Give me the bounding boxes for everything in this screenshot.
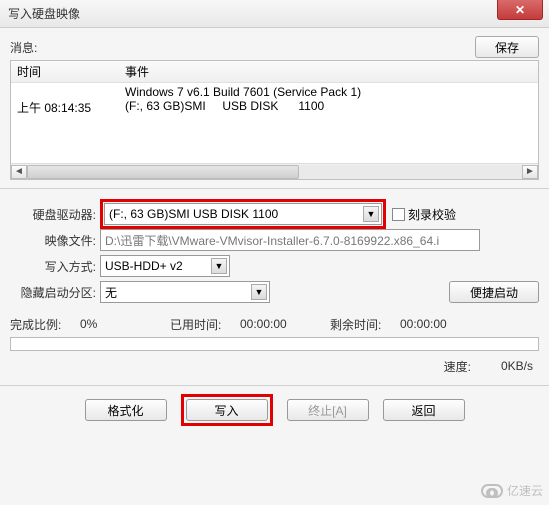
speed-label: 速度: (444, 358, 471, 375)
portable-boot-button[interactable]: 便捷启动 (449, 281, 539, 303)
divider (0, 188, 549, 189)
drive-highlight: (F:, 63 GB)SMI USB DISK 1100 ▼ (100, 199, 386, 229)
scroll-right-icon[interactable]: ► (522, 165, 538, 179)
image-file-field[interactable]: D:\迅雷下载\VMware-VMvisor-Installer-6.7.0-8… (100, 229, 480, 251)
abort-button: 终止[A] (287, 399, 369, 421)
footer-buttons: 格式化 写入 终止[A] 返回 (10, 394, 539, 426)
method-label: 写入方式: (10, 258, 100, 275)
progress-value: 0% (80, 317, 170, 331)
close-button[interactable]: ✕ (497, 0, 543, 20)
write-highlight: 写入 (181, 394, 273, 426)
watermark: 亿速云 (481, 482, 543, 499)
log-scrollbar[interactable]: ◄ ► (11, 163, 538, 179)
return-button[interactable]: 返回 (383, 399, 465, 421)
message-label: 消息: (10, 39, 37, 56)
verify-label: 刻录校验 (408, 206, 456, 223)
elapsed-value: 00:00:00 (240, 317, 330, 331)
scroll-track[interactable] (27, 165, 522, 179)
method-value: USB-HDD+ v2 (105, 259, 183, 273)
log-header: 时间 事件 (11, 61, 538, 83)
verify-checkbox[interactable]: 刻录校验 (392, 206, 456, 223)
drive-label: 硬盘驱动器: (10, 206, 100, 223)
drive-value: (F:, 63 GB)SMI USB DISK 1100 (109, 207, 278, 221)
save-button[interactable]: 保存 (475, 36, 539, 58)
progress-bar (10, 337, 539, 351)
log-header-event: 事件 (121, 63, 538, 80)
chevron-down-icon: ▼ (251, 284, 267, 300)
close-icon: ✕ (515, 3, 525, 17)
format-button[interactable]: 格式化 (85, 399, 167, 421)
log-body: Windows 7 v6.1 Build 7601 (Service Pack … (11, 83, 538, 118)
watermark-text: 亿速云 (507, 482, 543, 499)
log-event: (F:, 63 GB)SMI USB DISK 1100 (121, 99, 538, 116)
log-row: Windows 7 v6.1 Build 7601 (Service Pack … (11, 85, 538, 99)
dialog-content: 消息: 保存 时间 事件 Windows 7 v6.1 Build 7601 (… (0, 28, 549, 505)
hidden-value: 无 (105, 284, 117, 301)
log-row: 上午 08:14:35 (F:, 63 GB)SMI USB DISK 1100 (11, 99, 538, 116)
form-area: 硬盘驱动器: (F:, 63 GB)SMI USB DISK 1100 ▼ 刻录… (10, 197, 539, 307)
scroll-left-icon[interactable]: ◄ (11, 165, 27, 179)
log-header-time: 时间 (11, 63, 121, 80)
title-bar: 写入硬盘映像 ✕ (0, 0, 549, 28)
hidden-select[interactable]: 无 ▼ (100, 281, 270, 303)
chevron-down-icon: ▼ (211, 258, 227, 274)
image-value: D:\迅雷下载\VMware-VMvisor-Installer-6.7.0-8… (105, 232, 439, 249)
remaining-label: 剩余时间: (330, 316, 400, 333)
speed-value: 0KB/s (501, 359, 533, 373)
log-event: Windows 7 v6.1 Build 7601 (Service Pack … (121, 85, 538, 99)
chevron-down-icon: ▼ (363, 206, 379, 222)
divider (0, 385, 549, 386)
progress-label: 完成比例: (10, 316, 80, 333)
remaining-value: 00:00:00 (400, 317, 447, 331)
elapsed-label: 已用时间: (170, 316, 240, 333)
log-time: 上午 08:14:35 (11, 99, 121, 116)
scroll-thumb[interactable] (27, 165, 299, 179)
drive-select[interactable]: (F:, 63 GB)SMI USB DISK 1100 ▼ (104, 203, 382, 225)
window-title: 写入硬盘映像 (8, 5, 80, 22)
checkbox-box (392, 208, 405, 221)
log-panel: 时间 事件 Windows 7 v6.1 Build 7601 (Service… (10, 60, 539, 180)
image-label: 映像文件: (10, 232, 100, 249)
method-select[interactable]: USB-HDD+ v2 ▼ (100, 255, 230, 277)
log-time (11, 85, 121, 99)
watermark-logo-icon (481, 484, 503, 498)
hidden-label: 隐藏启动分区: (10, 284, 100, 301)
write-button[interactable]: 写入 (186, 399, 268, 421)
